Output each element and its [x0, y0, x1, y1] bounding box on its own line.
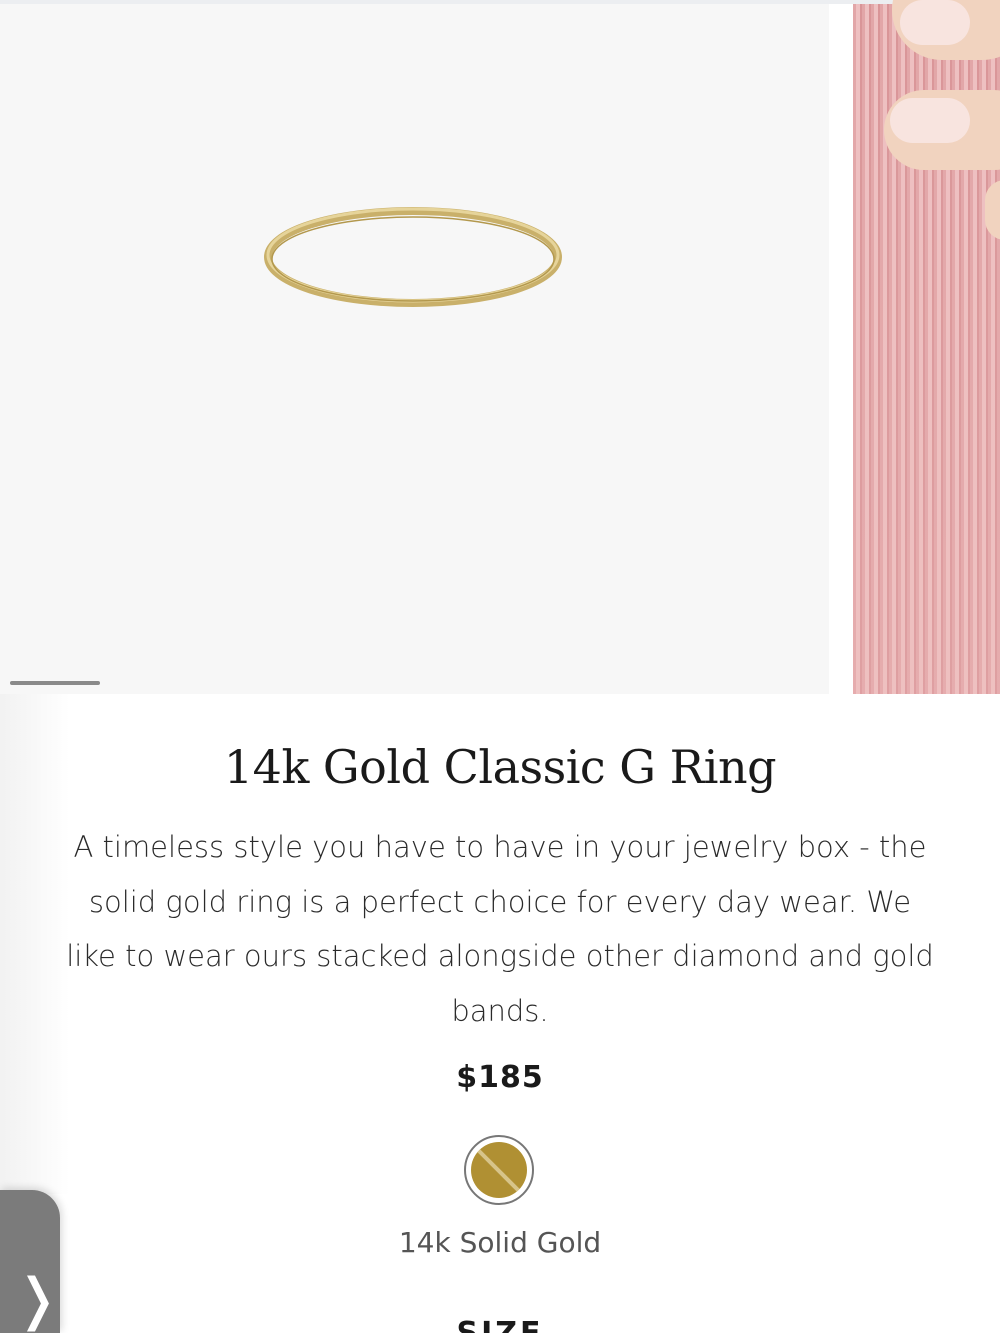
- gold-swatch-icon: [471, 1142, 527, 1198]
- model-fingernail: [900, 0, 970, 45]
- gallery-slide-indicator: [10, 681, 100, 685]
- chevron-right-icon[interactable]: ❭: [14, 1260, 61, 1333]
- image-gallery[interactable]: [0, 4, 1000, 694]
- swatch-slash: [472, 1144, 526, 1198]
- material-swatch-14k-solid-gold[interactable]: [464, 1135, 534, 1205]
- size-label: SIZE: [0, 1316, 1000, 1333]
- product-price: $185: [456, 1060, 544, 1095]
- model-fingernail: [890, 98, 970, 143]
- ring-product-image: [264, 207, 562, 307]
- material-label: 14k Solid Gold: [398, 1226, 602, 1259]
- product-description: A timeless style you have to have in you…: [66, 830, 934, 1028]
- product-title: 14k Gold Classic G Ring: [223, 740, 777, 794]
- gallery-slide-ring[interactable]: [0, 4, 829, 694]
